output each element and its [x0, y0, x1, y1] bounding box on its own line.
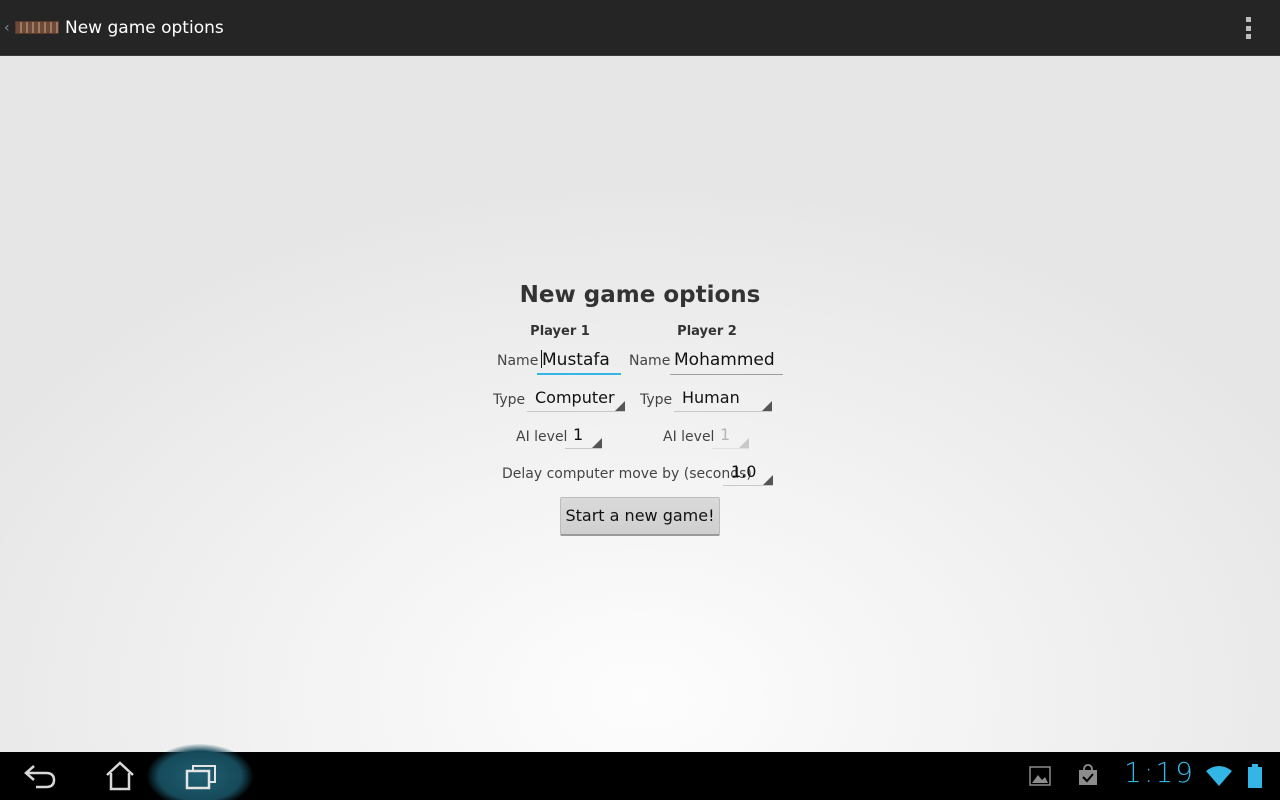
home-icon[interactable]: [104, 761, 136, 791]
player1-name-label: Name: [497, 353, 539, 369]
player1-name-value: Mustafa: [542, 350, 610, 370]
spinner-arrow-icon: [592, 438, 602, 448]
player1-type-label: Type: [493, 392, 526, 408]
player2-ai-level-spinner: 1: [712, 425, 749, 449]
wifi-icon[interactable]: [1205, 765, 1233, 787]
player2-type-value: Human: [682, 388, 740, 407]
delay-spinner[interactable]: 1.0: [723, 462, 773, 486]
player1-ai-level-label: AI level: [516, 429, 568, 445]
player2-ai-level-label: AI level: [663, 429, 715, 445]
delay-value: 1.0: [731, 462, 757, 481]
spinner-arrow-icon: [762, 401, 772, 411]
up-caret-icon[interactable]: ‹: [4, 18, 10, 38]
player1-type-value: Computer: [535, 388, 615, 407]
spinner-arrow-icon: [763, 475, 773, 485]
spinner-arrow-icon: [615, 401, 625, 411]
player1-type-spinner[interactable]: Computer: [527, 388, 625, 412]
back-icon[interactable]: [22, 762, 58, 790]
player2-name-value: Mohammed: [674, 350, 775, 370]
player1-header: Player 1: [530, 324, 590, 339]
gallery-notification-icon[interactable]: [1029, 766, 1051, 786]
app-icon[interactable]: [15, 21, 59, 34]
player2-type-label: Type: [640, 392, 673, 408]
delay-label: Delay computer move by (seconds): [502, 466, 752, 482]
shopping-bag-notification-icon[interactable]: [1077, 764, 1099, 786]
action-bar-title[interactable]: New game options: [65, 17, 224, 39]
spinner-arrow-icon: [739, 438, 749, 448]
player2-type-spinner[interactable]: Human: [674, 388, 772, 412]
start-new-game-button[interactable]: Start a new game!: [560, 497, 720, 536]
content-area: New game options Player 1 Player 2 Name …: [0, 57, 1280, 752]
recent-apps-icon[interactable]: [185, 764, 217, 790]
player2-name-field[interactable]: Mohammed: [670, 349, 783, 375]
player2-header: Player 2: [677, 324, 737, 339]
player1-ai-level-value: 1: [573, 425, 584, 444]
player2-name-label: Name: [629, 353, 671, 369]
system-bar: 1:19: [0, 744, 1280, 800]
player1-name-field[interactable]: Mustafa: [537, 349, 621, 375]
player1-ai-level-spinner[interactable]: 1: [565, 425, 602, 449]
action-bar: ‹ New game options: [0, 0, 1280, 56]
overflow-menu-icon[interactable]: [1238, 14, 1258, 42]
player2-ai-level-value: 1: [720, 425, 731, 444]
battery-icon[interactable]: [1248, 764, 1262, 788]
clock[interactable]: 1:19: [1124, 756, 1195, 789]
form-title: New game options: [519, 282, 761, 308]
